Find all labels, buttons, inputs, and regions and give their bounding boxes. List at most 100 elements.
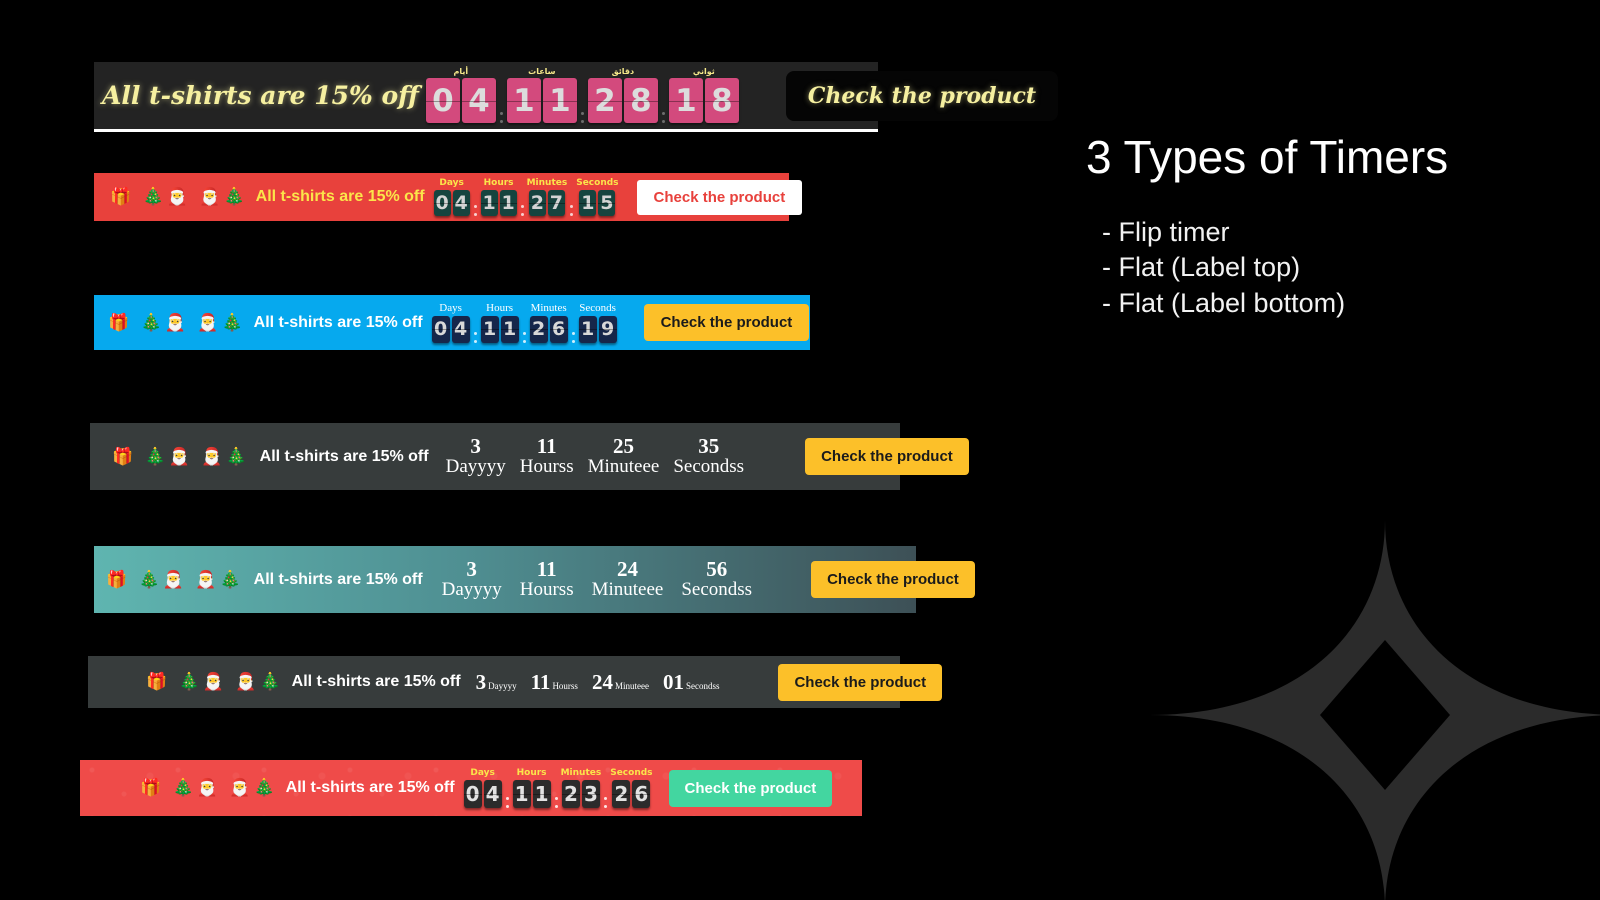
list-item: - Flat (Label bottom) xyxy=(1102,287,1346,318)
timer-digits-hours: 1 1 xyxy=(480,315,520,343)
timer-label-hours: Hourss xyxy=(519,579,574,601)
digit-card: 2 xyxy=(529,315,548,343)
check-the-product-button[interactable]: Check the product xyxy=(785,70,1059,121)
festive-emoji-row: 🎁 🎄🎅 🎅🎄 xyxy=(110,187,248,207)
digit-card: 6 xyxy=(549,315,568,343)
timer-value-seconds: 35 xyxy=(698,434,720,459)
digit-card: 1 xyxy=(480,189,498,216)
timer-separator xyxy=(578,112,587,123)
timer-separator xyxy=(503,796,512,808)
timer-digits-seconds: 1 8 xyxy=(668,78,740,123)
timer-digits-hours: 1 1 xyxy=(506,78,578,123)
digit-card: 1 xyxy=(500,315,519,343)
timer-value-minutes: 25 xyxy=(612,434,634,459)
digit-card: 4 xyxy=(483,779,502,808)
timer-unit-hours: 11 Hourss xyxy=(524,670,585,695)
promo-text: All t-shirts are 15% off xyxy=(291,673,461,690)
timer-label-days: Dayyyy xyxy=(488,680,517,691)
timer-digits-days: 0 4 xyxy=(463,779,503,808)
timer-separator xyxy=(601,796,610,808)
digit-card: 7 xyxy=(547,189,565,216)
timer-digits-days: 0 4 xyxy=(433,189,471,216)
timer-label-days: أيام xyxy=(453,67,469,76)
countdown-timer: 3 Dayyyy 11 Hourss 24 Minuteee 01 Second… xyxy=(469,670,727,695)
check-the-product-button[interactable]: Check the product xyxy=(805,438,969,475)
timer-value-minutes: 24 xyxy=(591,669,613,694)
slide-canvas: 3 Types of Timers - Flip timer - Flat (L… xyxy=(0,0,1600,900)
timer-unit-seconds: 35 Secondss xyxy=(666,435,751,478)
timer-digits-days: 0 4 xyxy=(431,315,471,343)
timer-label-seconds: Seconds xyxy=(576,177,619,188)
timer-label-seconds: ثواني xyxy=(692,67,715,76)
sparkle-diamond-icon xyxy=(1150,520,1600,900)
timer-unit-minutes: دقائق 2 8 xyxy=(587,68,659,123)
check-the-product-button[interactable]: Check the product xyxy=(811,561,975,598)
list-item: - Flip timer xyxy=(1102,216,1230,247)
timer-unit-seconds: Seconds 2 6 xyxy=(610,767,653,808)
timer-separator xyxy=(659,112,668,123)
banner-flip-timer-blue[interactable]: 🎁 🎄🎅 🎅🎄 All t-shirts are 15% off Days 0 … xyxy=(94,295,810,350)
timer-value-hours: 11 xyxy=(536,434,557,459)
timer-value-minutes: 24 xyxy=(616,557,638,582)
timer-unit-hours: ساعات 1 1 xyxy=(506,68,578,123)
promo-text: All t-shirts are 15% off xyxy=(259,447,429,465)
digit-card: 8 xyxy=(704,78,739,123)
timer-label-minutes: Minutes xyxy=(560,767,602,778)
timer-label-days: Dayyyy xyxy=(445,456,506,478)
festive-emoji-row: 🎁 🎄🎅 🎅🎄 xyxy=(146,672,284,692)
timer-label-hours: Hours xyxy=(486,301,514,314)
timer-label-minutes: Minutes xyxy=(526,177,568,188)
countdown-timer: Days 0 4 Hours 1 1 Minutes 2 3 Seconds 2… xyxy=(463,767,653,808)
countdown-timer: 3 Dayyyy 11 Hourss 25 Minuteee 35 Second… xyxy=(439,435,752,478)
banner-flip-timer-red-pattern[interactable]: 🎁 🎄🎅 🎅🎄 All t-shirts are 15% off Days 0 … xyxy=(80,760,862,816)
digit-card: 1 xyxy=(506,78,541,123)
timer-unit-days: أيام 0 4 xyxy=(425,68,497,123)
timer-separator xyxy=(520,331,529,343)
timer-unit-minutes: 24 Minuteee xyxy=(585,670,656,695)
types-of-timers-panel: 3 Types of Timers - Flip timer - Flat (L… xyxy=(1086,132,1546,321)
timer-label-minutes: دقائق xyxy=(611,67,635,76)
timer-types-list: - Flip timer - Flat (Label top) - Flat (… xyxy=(1086,215,1546,322)
timer-label-seconds: Secondss xyxy=(685,680,720,691)
banner-flip-timer-red[interactable]: 🎁 🎄🎅 🎅🎄 All t-shirts are 15% off Days 0 … xyxy=(94,173,803,221)
timer-separator xyxy=(567,204,576,216)
timer-value-days: 3 xyxy=(470,434,481,459)
timer-unit-minutes: 25 Minuteee xyxy=(581,435,667,478)
timer-separator xyxy=(471,204,480,216)
banner-flat-timer-gray[interactable]: 🎁 🎄🎅 🎅🎄 All t-shirts are 15% off 3 Dayyy… xyxy=(90,423,969,490)
digit-card: 1 xyxy=(542,78,577,123)
banner-flip-timer-dark[interactable]: All t-shirts are 15% off أيام 0 4 ساعات … xyxy=(94,62,1059,132)
timer-label-hours: Hourss xyxy=(552,680,578,691)
digit-card: 5 xyxy=(598,189,616,216)
digit-card: 2 xyxy=(612,779,631,808)
timer-unit-hours: Hours 1 1 xyxy=(512,768,552,808)
countdown-timer: أيام 0 4 ساعات 1 1 دقائق 2 8 ثواني 1 8 xyxy=(425,68,740,123)
digit-card: 2 xyxy=(528,189,546,216)
banner-flat-timer-inline[interactable]: 🎁 🎄🎅 🎅🎄 All t-shirts are 15% off 3 Dayyy… xyxy=(88,656,943,708)
timer-unit-days: Days 0 4 xyxy=(433,178,471,216)
timer-label-seconds: Seconds xyxy=(610,767,653,778)
timer-separator xyxy=(518,204,527,216)
check-the-product-button[interactable]: Check the product xyxy=(778,663,943,701)
digit-card: 1 xyxy=(578,315,597,343)
digit-card: 4 xyxy=(452,189,470,216)
timer-value-seconds: 01 xyxy=(662,669,684,694)
timer-label-days: Dayyyy xyxy=(441,579,502,601)
timer-value-hours: 11 xyxy=(530,669,551,694)
banner-flat-timer-teal[interactable]: 🎁 🎄🎅 🎅🎄 All t-shirts are 15% off 3 Dayyy… xyxy=(94,546,975,613)
timer-unit-minutes: 24 Minuteee xyxy=(583,558,673,601)
timer-unit-seconds: 01 Secondss xyxy=(656,670,727,695)
festive-emoji-row: 🎁 🎄🎅 🎅🎄 xyxy=(140,778,278,798)
timer-unit-minutes: Minutes 2 3 xyxy=(560,767,602,808)
countdown-timer: Days 0 4 Hours 1 1 Minutes 2 7 Seconds 1… xyxy=(433,177,619,216)
timer-unit-days: Days 0 4 xyxy=(431,302,471,343)
timer-label-minutes: Minuteee xyxy=(614,680,649,691)
digit-card: 1 xyxy=(532,779,551,808)
festive-emoji-row: 🎁 🎄🎅 🎅🎄 xyxy=(108,312,246,333)
check-the-product-button[interactable]: Check the product xyxy=(636,179,803,215)
timer-digits-minutes: 2 8 xyxy=(587,78,659,123)
check-the-product-button[interactable]: Check the product xyxy=(643,304,810,341)
check-the-product-button[interactable]: Check the product xyxy=(668,769,833,807)
digit-card: 6 xyxy=(632,779,651,808)
digit-card: 0 xyxy=(431,315,450,343)
